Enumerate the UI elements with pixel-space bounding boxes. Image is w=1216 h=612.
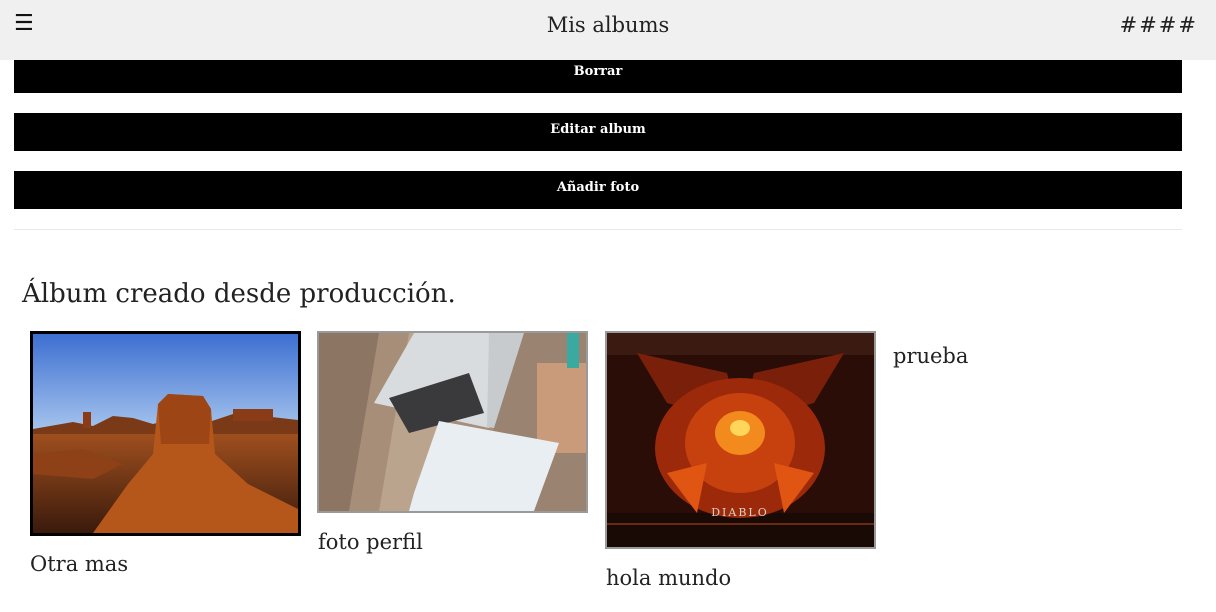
photo-thumbnail-desert[interactable] (30, 331, 301, 536)
photo-label[interactable]: Otra mas (30, 550, 128, 578)
photo-label[interactable]: foto perfil (318, 528, 423, 556)
top-bar: ☰ Mis albums #### (0, 0, 1216, 60)
photo-label[interactable]: hola mundo (606, 564, 731, 592)
header-user-text[interactable]: #### (1120, 12, 1198, 38)
divider (14, 229, 1182, 230)
photo-label[interactable]: prueba (893, 342, 968, 370)
edit-album-button[interactable]: Editar album (14, 113, 1182, 151)
page-title: Mis albums (546, 13, 670, 37)
delete-button[interactable]: Borrar (14, 60, 1182, 93)
svg-text:DIABLO: DIABLO (711, 506, 769, 519)
add-photo-button[interactable]: Añadir foto (14, 171, 1182, 209)
photo-thumbnail-demon[interactable]: DIABLO (605, 331, 876, 549)
album-title: Álbum creado desde producción. (22, 279, 456, 309)
photo-thumbnail-laptop[interactable] (317, 331, 588, 513)
